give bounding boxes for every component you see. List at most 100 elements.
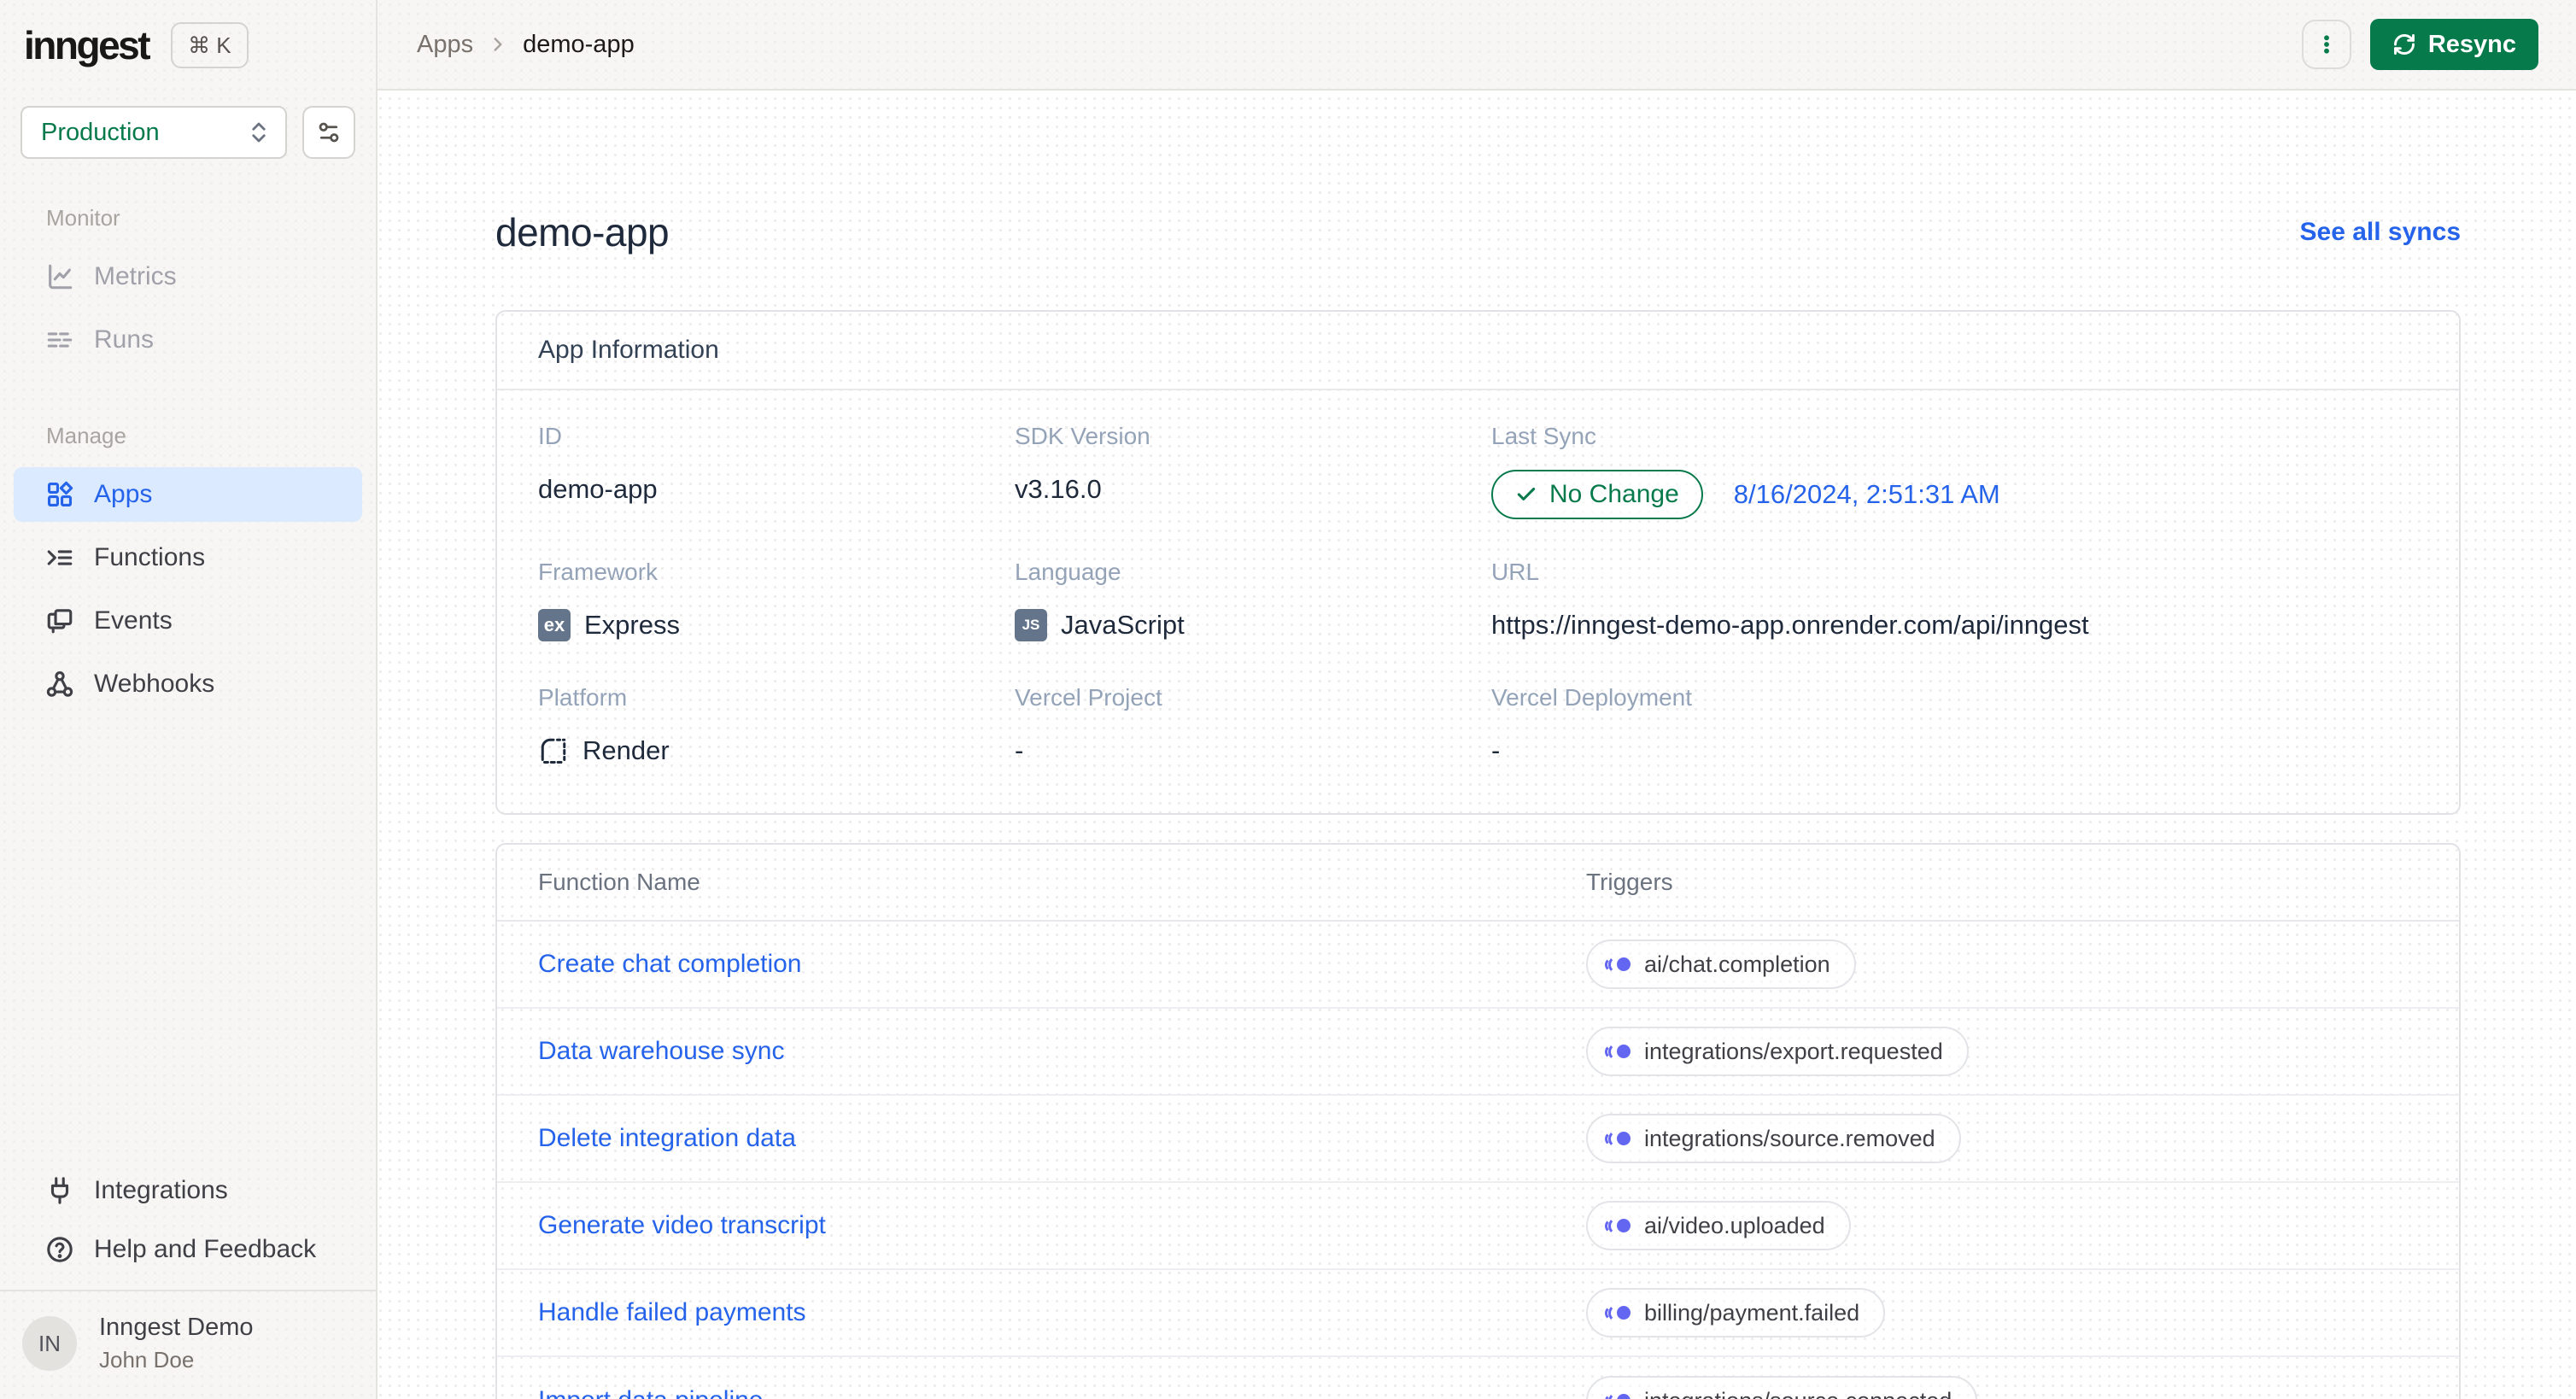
breadcrumb: Apps demo-app	[417, 31, 635, 59]
command-k-label: ⌘ K	[188, 32, 231, 58]
trigger-badge: ai/chat.completion	[1586, 939, 1856, 989]
see-all-syncs-link[interactable]: See all syncs	[2300, 218, 2461, 247]
field-label: Language	[1015, 559, 1121, 585]
field-vercel-deployment: Vercel Deployment -	[1491, 684, 2418, 770]
event-trigger-icon	[1605, 955, 1630, 974]
table-row: Generate video transcript ai/video.uploa…	[497, 1183, 2459, 1270]
no-change-status-badge: No Change	[1491, 470, 1703, 519]
environment-settings-button[interactable]	[302, 106, 355, 159]
express-icon: ex	[538, 609, 571, 641]
field-value: Render	[583, 735, 670, 765]
field-label: Last Sync	[1491, 423, 1596, 449]
app-url-value: https://inngest-demo-app.onrender.com/ap…	[1491, 610, 2089, 640]
main-column: Apps demo-app Resync demo-app See all sy…	[378, 0, 2576, 1399]
column-function-name: Function Name	[538, 869, 700, 895]
field-label: Platform	[538, 684, 628, 711]
chevron-right-icon	[487, 33, 509, 56]
sidebar-item-metrics[interactable]: Metrics	[14, 249, 362, 304]
table-row: Create chat completion ai/chat.completio…	[497, 922, 2459, 1009]
table-row: Import data pipeline integrations/source…	[497, 1357, 2459, 1399]
app-info-grid: ID demo-app SDK Version v3.16.0 Last Syn…	[497, 390, 2459, 813]
trigger-label: ai/chat.completion	[1644, 951, 1830, 977]
function-link[interactable]: Generate video transcript	[538, 1211, 1586, 1240]
function-link[interactable]: Delete integration data	[538, 1124, 1586, 1153]
field-label: Framework	[538, 559, 659, 585]
function-link[interactable]: Data warehouse sync	[538, 1037, 1586, 1066]
field-value: -	[1015, 735, 1024, 765]
sidebar-item-functions[interactable]: Functions	[14, 530, 362, 585]
check-icon	[1515, 483, 1537, 506]
more-options-button[interactable]	[2301, 20, 2351, 69]
sidebar-footer-nav: Integrations Help and Feedback	[0, 1159, 376, 1290]
trigger-label: integrations/source.connected	[1644, 1388, 1952, 1399]
table-row: Data warehouse sync integrations/export.…	[497, 1009, 2459, 1096]
trigger-badge: integrations/export.requested	[1586, 1027, 1969, 1076]
function-link[interactable]: Create chat completion	[538, 950, 1586, 979]
sidebar-item-apps[interactable]: Apps	[14, 467, 362, 522]
field-value: -	[1491, 735, 1501, 765]
field-label: URL	[1491, 559, 1540, 585]
event-trigger-icon	[1605, 1391, 1630, 1399]
field-platform: Platform Render	[538, 684, 1015, 770]
section-label-manage: Manage	[46, 423, 126, 448]
chevrons-up-down-icon	[246, 120, 272, 145]
field-language: Language JS JavaScript	[1015, 559, 1491, 645]
field-url: URL https://inngest-demo-app.onrender.co…	[1491, 559, 2418, 645]
resync-button[interactable]: Resync	[2369, 19, 2538, 70]
column-triggers: Triggers	[1586, 869, 1673, 895]
field-vercel-project: Vercel Project -	[1015, 684, 1491, 770]
metrics-icon	[44, 261, 75, 292]
user-profile[interactable]: IN Inngest Demo John Doe	[0, 1290, 376, 1399]
table-header: Function Name Triggers	[497, 845, 2459, 922]
table-row: Delete integration data integrations/sou…	[497, 1096, 2459, 1183]
field-id: ID demo-app	[538, 423, 1015, 519]
sidebar-item-runs[interactable]: Runs	[14, 313, 362, 367]
kebab-menu-icon	[2315, 32, 2339, 56]
user-meta: Inngest Demo John Doe	[99, 1314, 254, 1373]
field-value: JavaScript	[1061, 610, 1185, 640]
field-last-sync: Last Sync No Change 8/16/2024, 2:51:31 A…	[1491, 423, 2418, 519]
event-trigger-icon	[1605, 1303, 1630, 1322]
sidebar-item-integrations[interactable]: Integrations	[14, 1163, 362, 1218]
page-title: demo-app	[495, 210, 670, 255]
integrations-plug-icon	[44, 1175, 75, 1206]
trigger-label: integrations/export.requested	[1644, 1038, 1943, 1064]
sidebar-item-label: Integrations	[94, 1176, 228, 1204]
sidebar-item-help[interactable]: Help and Feedback	[14, 1222, 362, 1277]
sidebar-item-events[interactable]: Events	[14, 594, 362, 648]
webhooks-icon	[44, 669, 75, 700]
field-label: ID	[538, 423, 562, 449]
section-label-monitor: Monitor	[46, 205, 120, 231]
topbar: Apps demo-app Resync	[378, 0, 2576, 91]
app-information-card: App Information ID demo-app SDK Version …	[495, 310, 2461, 815]
trigger-badge: billing/payment.failed	[1586, 1288, 1886, 1338]
logo-row: inngest ⌘ K	[0, 0, 376, 68]
trigger-badge: ai/video.uploaded	[1586, 1201, 1851, 1250]
avatar: IN	[22, 1316, 77, 1371]
trigger-label: ai/video.uploaded	[1644, 1212, 1825, 1238]
environment-label: Production	[41, 118, 160, 146]
sidebar: inngest ⌘ K Production Monitor Metrics R…	[0, 0, 378, 1399]
function-link[interactable]: Handle failed payments	[538, 1298, 1586, 1327]
command-k-shortcut[interactable]: ⌘ K	[171, 22, 249, 68]
sidebar-item-webhooks[interactable]: Webhooks	[14, 657, 362, 711]
functions-icon	[44, 542, 75, 573]
function-link[interactable]: Import data pipeline	[538, 1386, 1586, 1399]
sidebar-item-label: Metrics	[94, 262, 177, 290]
sliders-icon	[316, 120, 342, 145]
functions-table: Function Name Triggers Create chat compl…	[495, 843, 2461, 1399]
sidebar-item-label: Runs	[94, 325, 155, 354]
help-circle-icon	[44, 1234, 75, 1265]
breadcrumb-current: demo-app	[523, 30, 635, 58]
card-title: App Information	[497, 312, 2459, 390]
field-label: SDK Version	[1015, 423, 1150, 449]
event-trigger-icon	[1605, 1042, 1630, 1061]
field-label: Vercel Deployment	[1491, 684, 1693, 711]
last-sync-date-link[interactable]: 8/16/2024, 2:51:31 AM	[1734, 479, 2000, 510]
page-head: demo-app See all syncs	[495, 209, 2461, 255]
environment-selector[interactable]: Production	[20, 106, 287, 159]
render-icon	[538, 735, 569, 766]
environment-row: Production	[20, 106, 355, 159]
sidebar-item-label: Help and Feedback	[94, 1235, 317, 1263]
breadcrumb-apps-link[interactable]: Apps	[417, 31, 473, 59]
